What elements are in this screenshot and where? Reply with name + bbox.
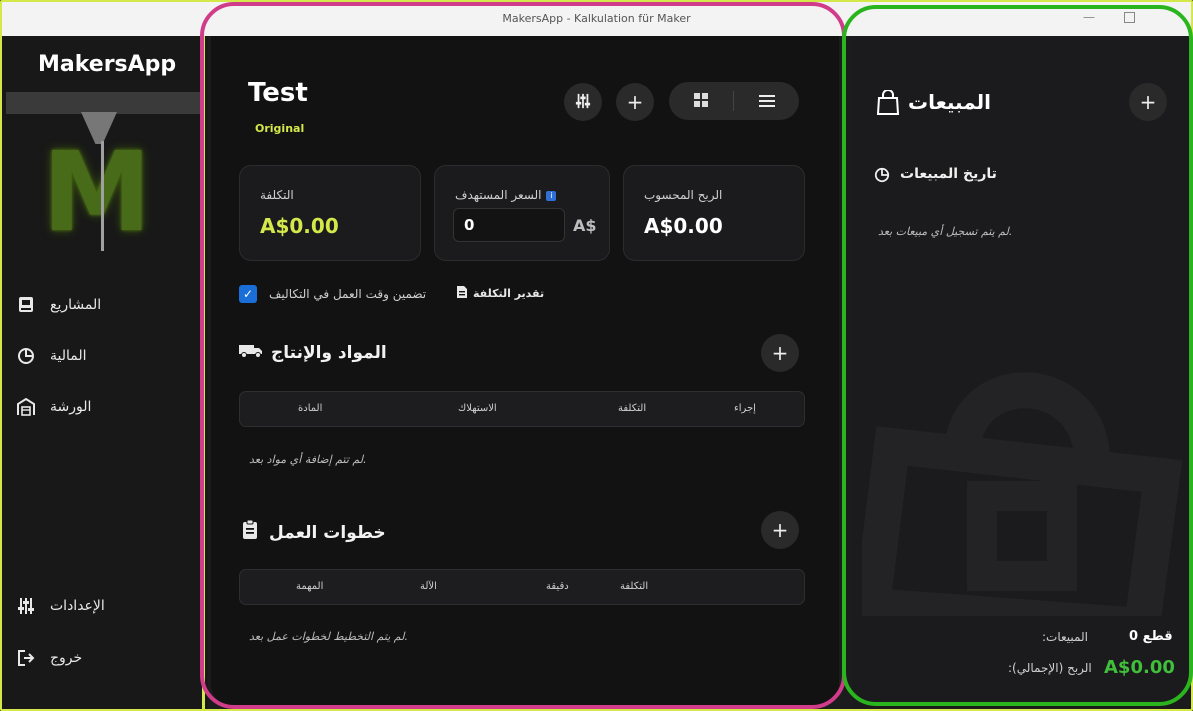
sliders-icon — [16, 596, 36, 616]
grid-view-button[interactable] — [669, 82, 733, 120]
materials-table-header: إجراء التكلفة الاستهلاك المادة — [239, 391, 805, 427]
project-badge: Original — [255, 122, 305, 135]
cost-value: A$0.00 — [260, 214, 339, 238]
column-header: إجراء — [734, 403, 756, 414]
sidebar-item-logout[interactable]: خروج — [16, 643, 186, 673]
add-work-step-button[interactable]: + — [761, 511, 799, 549]
work-steps-section-title: خطوات العمل — [239, 519, 386, 546]
sidebar-item-projects[interactable]: المشاريع — [16, 290, 186, 320]
include-work-time-checkbox[interactable]: ✓ — [239, 285, 257, 303]
list-view-button[interactable] — [735, 82, 799, 120]
sidebar-item-label: المالية — [50, 348, 87, 364]
logo-band — [6, 92, 202, 114]
sidebar-item-label: الورشة — [50, 399, 92, 415]
info-icon[interactable]: i — [546, 191, 557, 201]
pie-chart-icon — [16, 346, 36, 366]
project-panel: Test Original + التكلفة A$0.00 السعر الم… — [211, 36, 839, 709]
logo-letter: M — [42, 128, 152, 256]
warehouse-icon — [16, 397, 36, 417]
column-header: الآلة — [420, 581, 437, 592]
column-header: المادة — [298, 403, 323, 414]
total-profit-value: A$0.00 — [1104, 657, 1175, 678]
work-steps-empty-state: لم يتم التخطيط لخطوات عمل بعد. — [249, 630, 408, 643]
column-header: الاستهلاك — [458, 403, 497, 414]
shopping-bag-icon — [876, 89, 900, 120]
cost-card: التكلفة A$0.00 — [239, 165, 421, 261]
plus-icon: + — [771, 341, 789, 365]
background-bag-icon — [851, 326, 1192, 646]
include-work-time-label: تضمين وقت العمل في التكاليف — [269, 287, 427, 301]
profit-card: الربح المحسوب A$0.00 — [623, 165, 805, 261]
sales-count-label: :المبيعات — [1042, 630, 1088, 644]
total-profit-label: :الربح (الإجمالي) — [1008, 661, 1092, 675]
work-steps-title: خطوات العمل — [269, 522, 386, 543]
cost-estimate-button[interactable]: تقدير التكلفة — [457, 286, 544, 301]
cost-estimate-label: تقدير التكلفة — [473, 287, 545, 300]
add-project-button[interactable]: + — [616, 83, 654, 121]
filament-line — [101, 141, 104, 251]
document-icon — [457, 286, 467, 301]
sliders-icon — [575, 90, 591, 114]
plus-icon: + — [1139, 90, 1157, 114]
plus-icon: + — [771, 518, 789, 542]
target-price-label-row: السعر المستهدف i — [455, 188, 557, 202]
plus-icon: + — [626, 90, 644, 114]
sidebar-item-label: الإعدادات — [50, 598, 105, 614]
add-sale-button[interactable]: + — [1129, 83, 1167, 121]
filter-button[interactable] — [564, 83, 602, 121]
sales-panel: المبيعات + تاريخ المبيعات لم يتم تسجيل أ… — [851, 36, 1192, 709]
sales-history-title: تاريخ المبيعات — [900, 166, 997, 182]
app-logo: MakersApp — [38, 52, 177, 77]
column-header: دقيقة — [546, 581, 569, 592]
target-price-input[interactable] — [453, 208, 565, 242]
currency-label: A$ — [573, 216, 597, 235]
project-title: Test — [248, 78, 308, 108]
pie-chart-icon — [874, 167, 890, 187]
sales-count-value: قطع 0 — [1129, 629, 1173, 644]
profit-value: A$0.00 — [644, 214, 723, 238]
sidebar-item-workshop[interactable]: الورشة — [16, 392, 186, 422]
minimize-icon[interactable]: — — [1083, 11, 1095, 23]
book-icon — [16, 295, 36, 315]
work-steps-table-header: التكلفة دقيقة الآلة المهمة — [239, 569, 805, 605]
window-title: MakersApp - Kalkulation für Maker — [502, 12, 691, 25]
logout-icon — [16, 648, 36, 668]
cost-label: التكلفة — [260, 188, 294, 202]
materials-section-title: المواد والإنتاج — [239, 342, 387, 363]
column-header: التكلفة — [620, 581, 649, 592]
truck-icon — [239, 342, 263, 363]
view-toggle — [669, 82, 799, 120]
sidebar-item-settings[interactable]: الإعدادات — [16, 591, 186, 621]
sales-history-empty-state: لم يتم تسجيل أي مبيعات بعد. — [878, 225, 1013, 238]
grid-icon — [694, 92, 708, 111]
toggle-divider — [733, 91, 734, 111]
column-header: المهمة — [296, 581, 324, 592]
target-price-label: السعر المستهدف — [455, 188, 542, 202]
include-work-time-row: ✓ تضمين وقت العمل في التكاليف — [239, 285, 426, 303]
clipboard-icon — [239, 519, 261, 546]
list-icon — [759, 92, 775, 111]
sales-title: المبيعات — [908, 90, 991, 114]
title-bar: MakersApp - Kalkulation für Maker — — [2, 2, 1191, 36]
sidebar-accent-line — [202, 36, 205, 709]
sidebar-item-label: المشاريع — [50, 297, 102, 313]
profit-label: الربح المحسوب — [644, 188, 723, 202]
column-header: التكلفة — [618, 403, 647, 414]
materials-empty-state: لم تتم إضافة أي مواد بعد. — [249, 453, 367, 466]
add-material-button[interactable]: + — [761, 334, 799, 372]
sidebar-item-finance[interactable]: المالية — [16, 341, 186, 371]
sidebar: MakersApp M المشاريع المالية الورشة الإع… — [2, 36, 208, 709]
maximize-icon[interactable] — [1124, 12, 1135, 23]
materials-title: المواد والإنتاج — [271, 342, 387, 363]
sidebar-item-label: خروج — [50, 650, 83, 666]
target-price-card: السعر المستهدف i A$ — [434, 165, 610, 261]
